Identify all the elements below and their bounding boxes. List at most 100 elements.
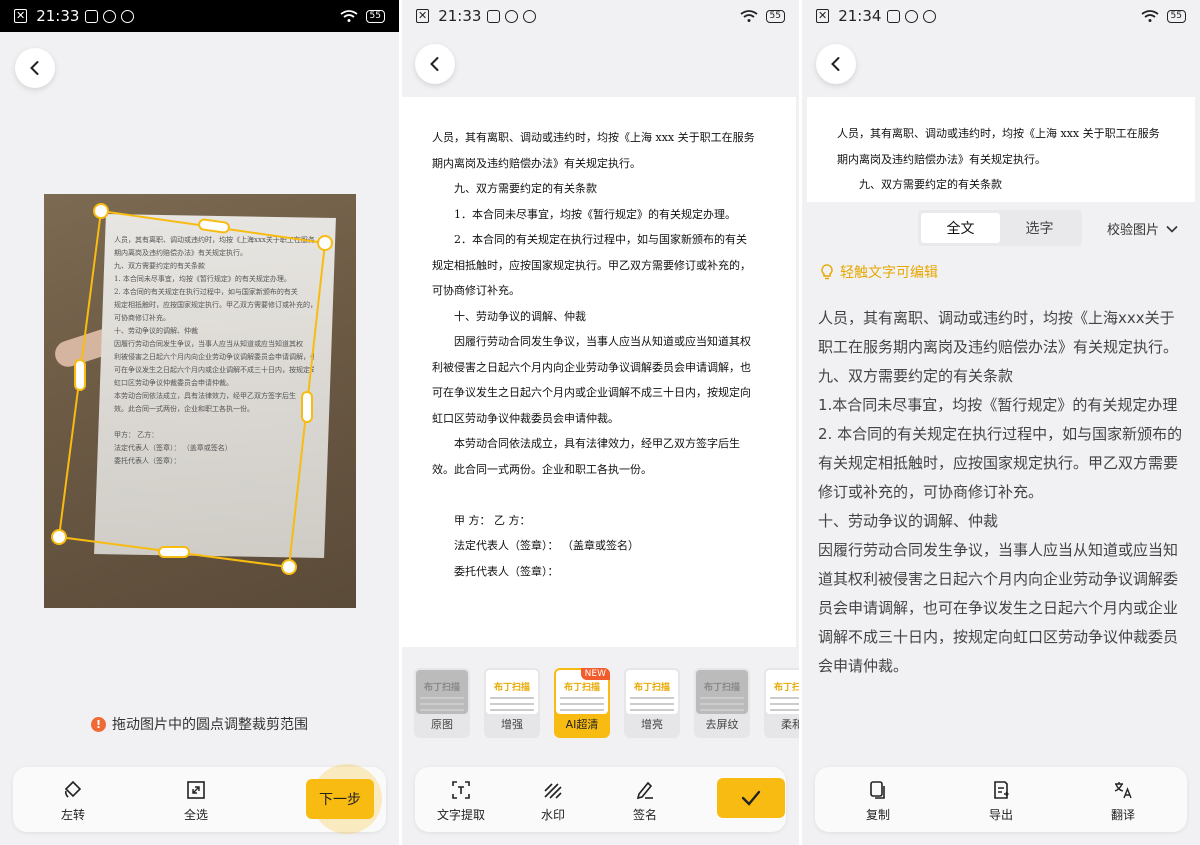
translate-label: 翻译: [1110, 808, 1135, 822]
rotate-left-button[interactable]: 左转: [43, 777, 103, 823]
copy-button[interactable]: 复制: [848, 777, 908, 823]
status-time: 21:33: [36, 7, 80, 25]
filter-thumbnail-brand: 布丁扫描: [703, 683, 740, 693]
result-toolbar: 复制 导出 翻译: [815, 767, 1187, 832]
thumbnail-line: [490, 709, 534, 711]
back-button[interactable]: [415, 44, 455, 84]
chevron-left-icon: [30, 61, 39, 75]
crop-handle-bottom-left[interactable]: [51, 529, 67, 545]
ocr-paragraph[interactable]: 1.本合同未尽事宜，均按《暂行规定》的有关规定办理: [818, 391, 1184, 420]
screens-container: ✕ 21:33 55 人员，其有离职、调动或违约时，均按《上海xxx关于职工在服…: [0, 0, 1200, 845]
document-line: 2．本合同的有关规定在执行过程中，如与国家新颁布的有关: [454, 233, 747, 246]
verify-image-dropdown[interactable]: 校验图片: [1107, 219, 1179, 238]
edit-tip: 轻触文字可编辑: [820, 262, 938, 282]
sim-icon: ✕: [816, 9, 830, 23]
export-label: 导出: [988, 808, 1013, 822]
translate-button[interactable]: 翻译: [1093, 777, 1153, 823]
edit-tip-text: 轻触文字可编辑: [840, 265, 938, 281]
rotate-left-icon: [64, 780, 82, 798]
filter-label: 柔和: [781, 718, 799, 731]
tab-full-text[interactable]: 全文: [921, 213, 1000, 243]
document-text: 人员，其有离职、调动或违约时，均按《上海 xxx 关于职工在服务 期内离岗及违约赔…: [432, 125, 766, 584]
back-button[interactable]: [816, 44, 856, 84]
ocr-result-screen: ✕ 21:34 55 人员，其有离职、调动或违约时，均按《上海 xxx 关于职工…: [802, 0, 1200, 845]
crop-handle-top-left[interactable]: [93, 203, 109, 219]
filter-list: 布丁扫描原图布丁扫描增强布丁扫描AI超清NEW布丁扫描增亮布丁扫描去屏纹布丁扫描…: [402, 668, 799, 744]
chevron-down-icon: [1166, 225, 1178, 233]
select-all-button[interactable]: 全选: [166, 777, 226, 823]
status-time: 21:33: [438, 7, 482, 25]
ocr-paragraph[interactable]: 人员，其有离职、调动或违约时，均按《上海xxx关于职工在服务期内离岗及违约赔偿办…: [818, 304, 1184, 362]
crop-frame[interactable]: [44, 194, 356, 608]
signature-label: 签名: [632, 808, 657, 822]
document-line: 可协商修订补充。: [432, 284, 520, 297]
text-extract-button[interactable]: 文字提取: [431, 777, 491, 823]
chevron-left-icon: [831, 57, 840, 71]
document-line: 效。此合同一式两份。企业和职工各执一份。: [432, 462, 652, 476]
wifi-icon: [1141, 10, 1159, 22]
new-badge: NEW: [580, 668, 610, 680]
thumbnail-line: [770, 703, 799, 705]
translate-icon: [1114, 782, 1132, 799]
crop-handle-right[interactable]: [301, 391, 313, 423]
wechat-icon: [505, 9, 519, 23]
document-preview: 人员，其有离职、调动或违约时，均按《上海 xxx 关于职工在服务 期内离岗及违约赔…: [402, 97, 796, 647]
export-button[interactable]: 导出: [971, 777, 1031, 823]
wechat-icon: [103, 9, 117, 23]
crop-screen: ✕ 21:33 55 人员，其有离职、调动或违约时，均按《上海xxx关于职工在服…: [0, 0, 399, 845]
filter-option[interactable]: 布丁扫描柔和: [764, 668, 799, 738]
watermark-button[interactable]: 水印: [523, 777, 583, 823]
confirm-button[interactable]: [717, 778, 785, 818]
scan-text-icon: [452, 781, 470, 799]
status-time: 21:34: [838, 7, 882, 25]
document-line: 法定代表人（签章）： （盖章或签名）: [454, 539, 639, 552]
filter-option[interactable]: 布丁扫描 增亮: [624, 668, 680, 738]
filter-option[interactable]: 布丁扫描 增强: [484, 668, 540, 738]
ocr-paragraph[interactable]: 九、双方需要约定的有关条款: [818, 362, 1184, 391]
signature-button[interactable]: 签名: [615, 777, 675, 823]
filter-thumbnail-brand: 布丁扫描: [493, 683, 530, 693]
crop-handle-top[interactable]: [198, 218, 230, 234]
document-line: 可在争议发生之日起六个月内或企业调解不成三十日内，按规定向: [432, 386, 751, 399]
crop-toolbar: 左转 全选 下一步: [13, 764, 386, 834]
app-notification-icon: [887, 9, 901, 23]
tab-select-text[interactable]: 选字: [1000, 213, 1079, 243]
thumbnail-line: [630, 697, 674, 699]
thumbnail-line: [420, 709, 464, 711]
crop-handle-bottom-right[interactable]: [281, 559, 297, 575]
filter-label: 去屏纹: [705, 718, 739, 731]
thumbnail-line: [420, 697, 464, 699]
filter-option[interactable]: 布丁扫描 去屏纹: [694, 668, 750, 738]
filter-option[interactable]: 布丁扫描 原图: [414, 668, 470, 738]
document-line: [432, 482, 766, 508]
verify-image-label: 校验图片: [1107, 223, 1160, 238]
copy-icon: [870, 781, 885, 799]
status-bar: ✕ 21:34 55: [802, 0, 1200, 32]
ocr-text-editor[interactable]: 人员，其有离职、调动或违约时，均按《上海xxx关于职工在服务期内离岗及违约赔偿办…: [818, 304, 1184, 681]
filter-thumbnail: 布丁扫描: [696, 670, 748, 714]
back-button[interactable]: [15, 48, 55, 88]
ocr-paragraph[interactable]: 2. 本合同的有关规定在执行过程中，如与国家新颁布的有关规定相抵触时，应按国家规…: [818, 420, 1184, 507]
watermark-label: 水印: [540, 808, 565, 822]
crop-hint-text: 拖动图片中的圆点调整裁剪范围: [112, 717, 308, 733]
crop-handle-top-right[interactable]: [317, 235, 333, 251]
next-step-button[interactable]: 下一步: [306, 779, 374, 819]
wifi-icon: [340, 10, 358, 22]
expand-icon: [187, 781, 205, 799]
ocr-paragraph[interactable]: 十、劳动争议的调解、仲裁: [818, 507, 1184, 536]
ocr-paragraph[interactable]: 因履行劳动合同发生争议，当事人应当从知道或应当知道其权利被侵害之日起六个月内向企…: [818, 536, 1184, 681]
document-line: 十、劳动争议的调解、仲裁: [454, 309, 586, 323]
thumbnail-line: [490, 697, 534, 699]
document-line: 期内离岗及违约赔偿办法》有关规定执行。: [837, 152, 1046, 166]
chevron-left-icon: [430, 57, 439, 71]
filter-option[interactable]: 布丁扫描 AI超清 NEW: [554, 668, 610, 738]
export-icon: [994, 781, 1009, 799]
battery-icon: 55: [765, 9, 785, 23]
filter-label: 增亮: [641, 718, 663, 731]
crop-handle-left[interactable]: [74, 359, 86, 391]
status-bar: ✕ 21:33 55: [402, 0, 799, 32]
crop-handle-bottom[interactable]: [158, 546, 190, 558]
document-line: 期内离岗及违约赔偿办法》有关规定执行。: [432, 156, 641, 170]
thumbnail-line: [770, 709, 799, 711]
document-line: 利被侵害之日起六个月内向企业劳动争议调解委员会申请调解，也: [432, 360, 751, 374]
